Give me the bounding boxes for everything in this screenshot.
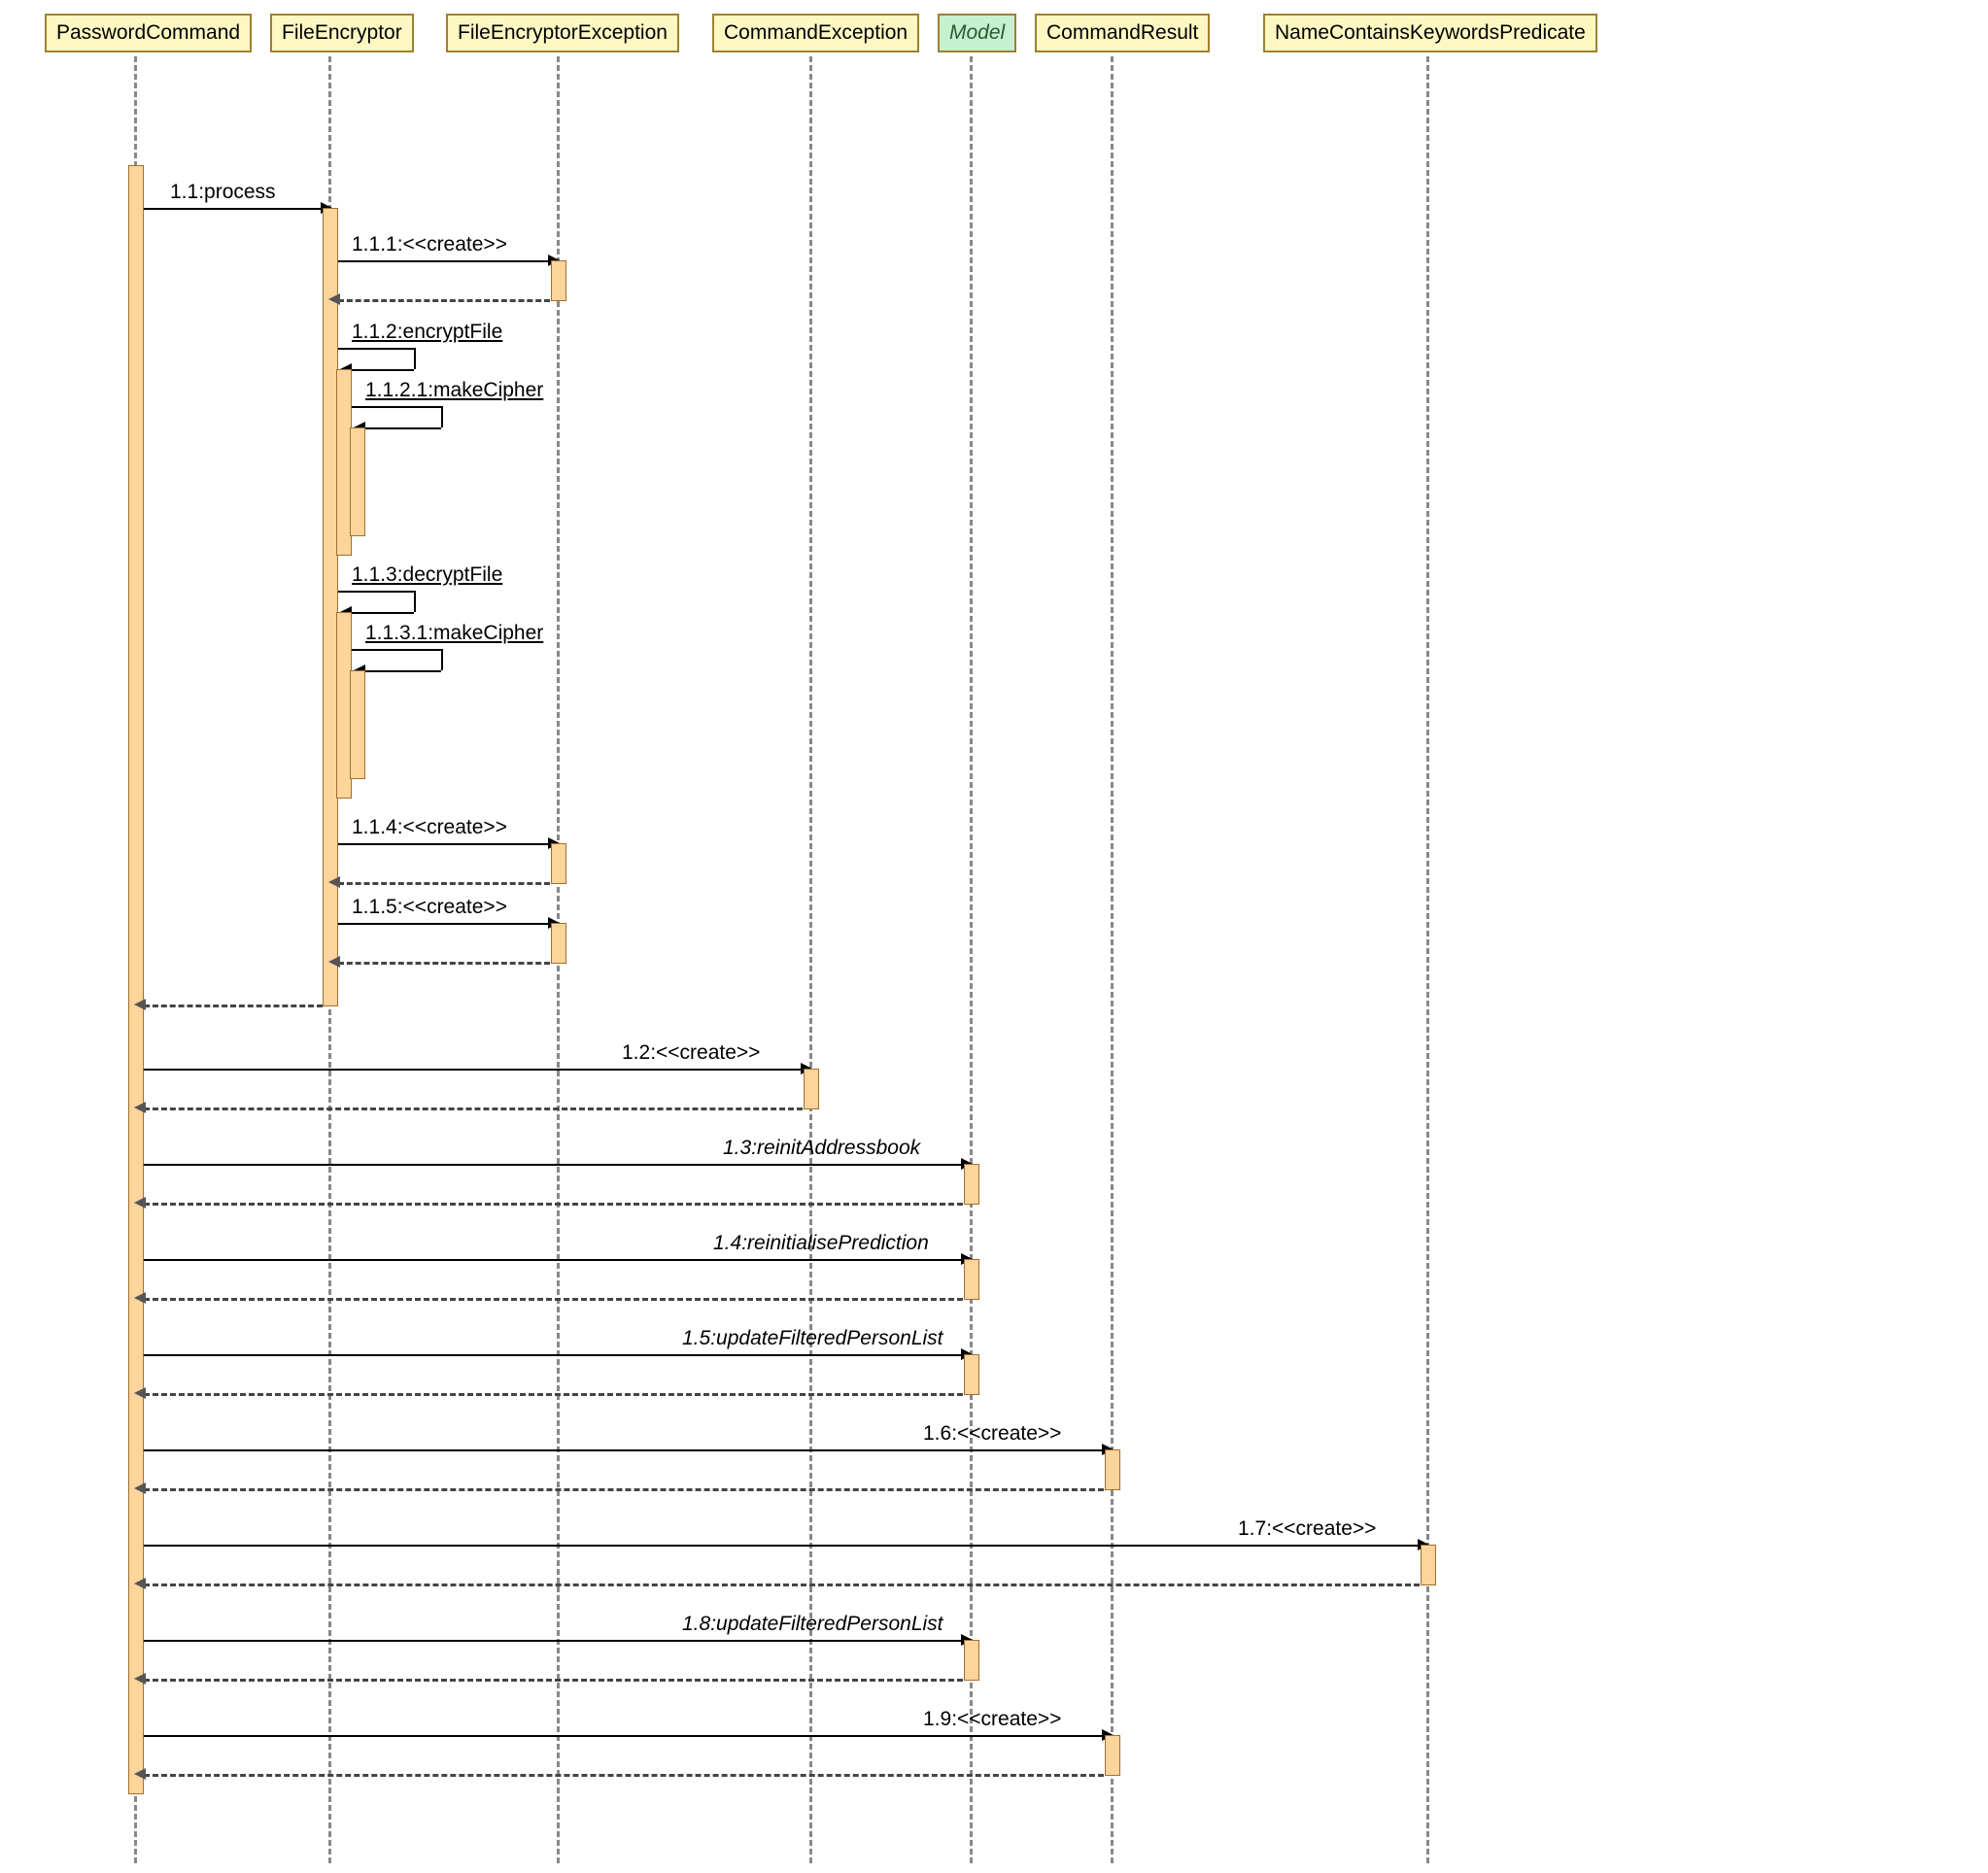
self-1.1.2.1-down [441,406,443,427]
arrow-1.6 [144,1449,1104,1451]
msg-1.1.3.1: 1.1.3.1:makeCipher [365,622,543,645]
activation-model-3 [964,1354,979,1395]
lifeline-model [970,56,973,1863]
return-1.7 [144,1584,1420,1586]
msg-1.8: 1.8:updateFilteredPersonList [682,1613,943,1636]
msg-1.1: 1.1:process [170,181,276,204]
self-1.1.3-down [414,591,416,612]
msg-1.1.3: 1.1.3:decryptFile [352,563,502,587]
participant-command-exception: CommandException [712,14,919,52]
activation-pred [1421,1545,1436,1585]
participant-password-command: PasswordCommand [45,14,252,52]
arrow-1.7 [144,1545,1420,1547]
return-head-1.8 [134,1673,146,1685]
arrow-1.1 [144,208,323,210]
arrow-1.2 [144,1069,803,1071]
msg-1.7: 1.7:<<create>> [1238,1517,1376,1541]
msg-1.3: 1.3:reinitAddressbook [723,1137,920,1160]
lifeline-command-exception [809,56,812,1863]
activation-makecipher-1 [350,427,365,536]
msg-1.1.2: 1.1.2:encryptFile [352,321,502,344]
return-1.4 [144,1298,963,1301]
self-1.1.2.1-out [352,406,441,408]
participant-file-encryptor: FileEncryptor [270,14,414,52]
msg-1.4: 1.4:reinitialisePrediction [713,1232,929,1255]
activation-fee-3 [551,923,566,964]
return-1.1.1 [338,299,550,302]
lifeline-command-result [1111,56,1114,1863]
return-1.1.4 [338,882,550,885]
self-1.1.3.1-down [441,649,443,670]
return-1.1.5 [338,962,550,965]
activation-fee-2 [551,843,566,884]
arrow-1.3 [144,1164,963,1166]
return-head-1.3 [134,1197,146,1209]
self-1.1.2-in [352,369,414,371]
return-1.3 [144,1203,963,1206]
arrow-1.5 [144,1354,963,1356]
activation-model-4 [964,1640,979,1681]
participant-file-encryptor-exception: FileEncryptorException [446,14,679,52]
return-head-1.5 [134,1387,146,1399]
msg-1.1.1: 1.1.1:<<create>> [352,233,507,256]
activation-ce [804,1069,819,1109]
activation-makecipher-2 [350,670,365,779]
return-1.9 [144,1774,1104,1777]
return-head-1.6 [134,1482,146,1494]
return-head-1.1 [134,999,146,1010]
participant-command-result: CommandResult [1035,14,1210,52]
arrow-1.8 [144,1640,963,1642]
return-head-1.1.1 [328,293,340,305]
msg-1.1.2.1: 1.1.2.1:makeCipher [365,379,543,402]
self-1.1.3-out [338,591,414,593]
return-1.1 [144,1005,323,1007]
return-1.6 [144,1488,1104,1491]
msg-1.6: 1.6:<<create>> [923,1422,1061,1446]
activation-model-1 [964,1164,979,1205]
participant-model: Model [938,14,1016,52]
return-head-1.9 [134,1768,146,1780]
return-1.5 [144,1393,963,1396]
msg-1.1.5: 1.1.5:<<create>> [352,896,507,919]
return-1.2 [144,1107,803,1110]
return-head-1.4 [134,1292,146,1304]
self-1.1.2-out [338,348,414,350]
msg-1.9: 1.9:<<create>> [923,1708,1061,1731]
arrow-1.1.5 [338,923,550,925]
self-1.1.2.1-in [365,427,441,429]
self-1.1.2-down [414,348,416,369]
activation-model-2 [964,1259,979,1300]
return-1.8 [144,1679,963,1682]
return-head-1.2 [134,1102,146,1113]
activation-password-command [128,165,144,1794]
arrow-1.9 [144,1735,1104,1737]
return-head-1.1.5 [328,956,340,968]
self-1.1.3.1-out [352,649,441,651]
self-1.1.3.1-in [365,670,441,672]
arrow-1.1.4 [338,843,550,845]
arrow-1.1.1 [338,260,550,262]
return-head-1.1.4 [328,876,340,888]
self-1.1.3-in [352,612,414,614]
activation-fee-1 [551,260,566,301]
arrow-1.4 [144,1259,963,1261]
activation-cr-2 [1105,1735,1120,1776]
msg-1.5: 1.5:updateFilteredPersonList [682,1327,943,1350]
sequence-diagram: PasswordCommand FileEncryptor FileEncryp… [10,10,1978,1863]
participant-name-contains-keywords-predicate: NameContainsKeywordsPredicate [1263,14,1597,52]
return-head-1.7 [134,1578,146,1589]
activation-cr-1 [1105,1449,1120,1490]
msg-1.1.4: 1.1.4:<<create>> [352,816,507,839]
lifeline-predicate [1426,56,1429,1863]
msg-1.2: 1.2:<<create>> [622,1041,760,1065]
